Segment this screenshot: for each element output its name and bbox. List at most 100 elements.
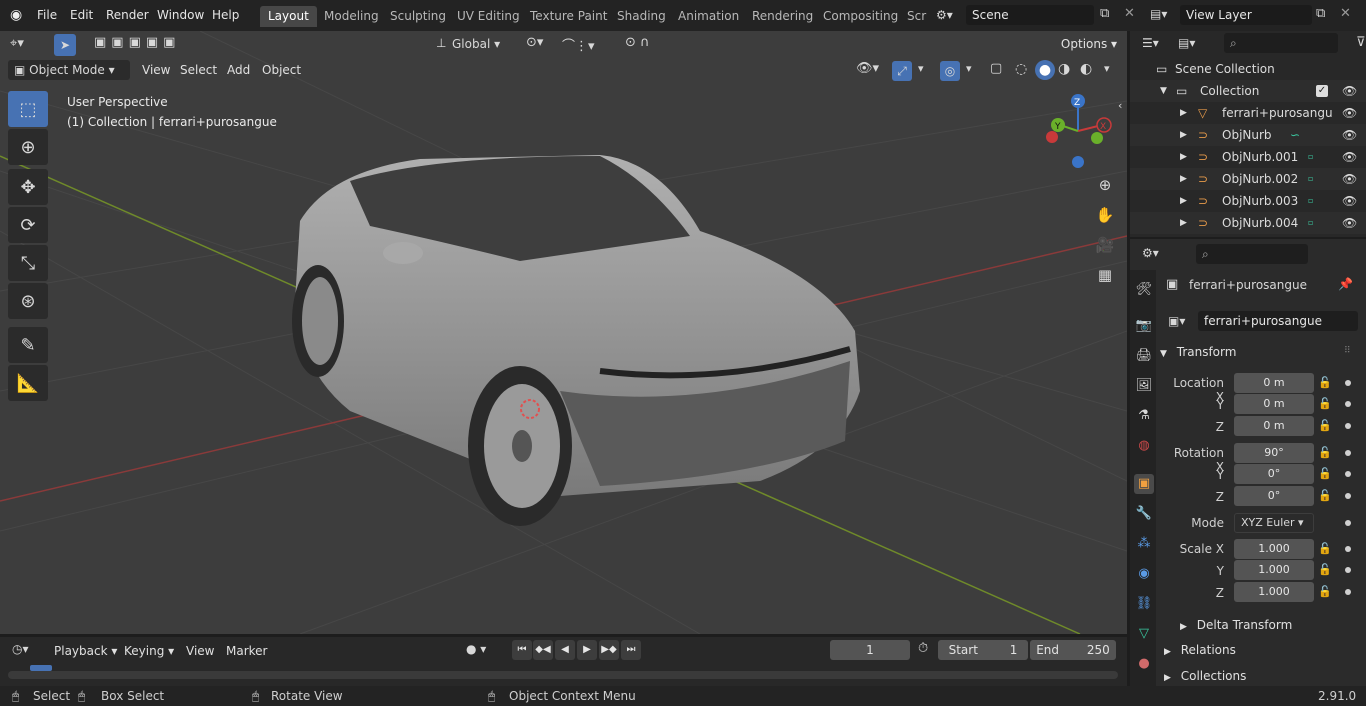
end-frame-field[interactable]: End 250 [1030,640,1116,660]
visibility-icon[interactable]: 👁▾ [856,61,879,76]
properties-editor-icon[interactable]: ⚙▾ [1142,246,1159,260]
keyframe-dot-icon[interactable] [1345,450,1351,456]
tab-animation[interactable]: Animation [670,6,747,27]
scale-x-field[interactable]: 1.000 [1234,539,1314,559]
rotation-x-field[interactable]: 90° [1234,443,1314,463]
overlay-dropdown-icon[interactable]: ▾ [966,62,972,75]
play-reverse-icon[interactable]: ◀ [555,640,575,660]
timeline-editor-icon[interactable]: ◷▾ [12,642,29,656]
scene-tab-icon[interactable]: ⚗ [1134,406,1154,426]
close-view-layer-icon[interactable]: ✕ [1340,6,1351,21]
selection-mode-icons[interactable]: ▣▣▣▣▣ [94,35,180,50]
jump-start-icon[interactable]: ⏮ [512,640,532,660]
view-layer-icon[interactable]: ▤▾ [1150,7,1167,21]
overlay-toggle-icon[interactable]: ◎ [940,61,960,81]
keyframe-dot-icon[interactable] [1345,380,1351,386]
menu-render[interactable]: Render [106,8,149,22]
cursor-tool[interactable]: ⊕ [8,129,48,165]
object-mode-dropdown[interactable]: ▣ Object Mode ▾ [8,60,130,80]
outliner-row-objnurb[interactable]: ▶ ⊃ ObjNurb ∽ 👁 [1130,124,1366,146]
tab-texture-paint[interactable]: Texture Paint [522,6,615,27]
tab-sculpting[interactable]: Sculpting [382,6,454,27]
lock-icon[interactable]: 🔓 [1318,542,1334,556]
timeline-menu-keying[interactable]: Keying ▾ [124,641,174,661]
scene-field[interactable]: Scene [966,5,1094,25]
keyframe-dot-icon[interactable] [1345,589,1351,595]
outliner-search-input[interactable]: ⌕ [1224,33,1338,53]
outliner-editor-icon[interactable]: ☰▾ [1142,36,1159,50]
delta-transform-header[interactable]: ▶ Delta Transform [1180,618,1366,632]
outliner-row-collection[interactable]: ▼ ▭ Collection ✓ 👁 [1130,80,1366,102]
eye-icon[interactable]: 👁 [1342,80,1357,102]
outliner-display-mode-icon[interactable]: ▤▾ [1178,36,1195,50]
location-z-field[interactable]: 0 m [1234,416,1314,436]
timeline-menu-playback[interactable]: Playback ▾ [54,641,117,661]
editor-type-icon[interactable]: ⌖▾ [10,36,24,51]
snap-icon[interactable]: ⌒⋮▾ [562,35,595,54]
jump-end-icon[interactable]: ⏭ [621,640,641,660]
tab-compositing[interactable]: Compositing [815,6,906,27]
options-dropdown[interactable]: Options ▾ [1058,34,1120,54]
shading-dropdown-icon[interactable]: ▾ [1104,62,1110,75]
eye-icon[interactable]: 👁 [1342,102,1357,124]
eye-icon[interactable]: 👁 [1342,146,1357,168]
tab-scripting[interactable]: Scr [899,6,934,27]
blender-logo-icon[interactable]: ◉ [10,7,22,23]
outliner-row-objnurb-001[interactable]: ▶ ⊃ ObjNurb.001 ▫ 👁 [1130,146,1366,168]
transform-orientation-dropdown[interactable]: Global ▾ [452,34,516,54]
eye-icon[interactable]: 👁 [1342,168,1357,190]
pin-icon[interactable]: 📌 [1338,277,1353,291]
keyframe-dot-icon[interactable] [1345,567,1351,573]
pivot-point-icon[interactable]: ⊙▾ [526,35,543,50]
viewport-menu-select[interactable]: Select [174,60,223,80]
collections-panel-header[interactable]: ▶ Collections [1164,669,1364,683]
location-y-field[interactable]: 0 m [1234,394,1314,414]
gizmo-dropdown-icon[interactable]: ▾ [918,62,924,75]
transform-tool[interactable]: ⊛ [8,283,48,319]
drag-handle-icon[interactable]: ⠿ [1344,346,1351,356]
tab-modeling[interactable]: Modeling [316,6,387,27]
keyframe-dot-icon[interactable] [1345,546,1351,552]
navigation-gizmo[interactable]: Z X Y [1040,91,1120,171]
scale-y-field[interactable]: 1.000 [1234,560,1314,580]
tab-layout[interactable]: Layout [260,6,317,27]
select-tool-mode-icon[interactable]: ➤ [54,34,76,56]
xray-toggle-icon[interactable]: ▢ [990,61,1002,76]
keyframe-dot-icon[interactable] [1345,493,1351,499]
material-tab-icon[interactable]: ● [1134,654,1154,674]
expand-chevron-icon[interactable]: ▶ [1180,212,1187,234]
next-keyframe-icon[interactable]: ▶◆ [599,640,619,660]
keyframe-dot-icon[interactable] [1345,401,1351,407]
particles-tab-icon[interactable]: ⁂ [1134,534,1154,554]
menu-window[interactable]: Window [157,8,204,22]
auto-keying-icon[interactable]: ● ▾ [466,642,486,656]
measure-tool[interactable]: 📐 [8,365,48,401]
lock-icon[interactable]: 🔓 [1318,419,1334,433]
object-tab-icon[interactable]: ▣ [1134,474,1154,494]
view-layer-field[interactable]: View Layer [1180,5,1312,25]
rotation-mode-dropdown[interactable]: XYZ Euler ▾ [1234,513,1314,533]
copy-scene-icon[interactable]: ⧉ [1100,6,1109,21]
rotate-tool[interactable]: ⟳ [8,207,48,243]
viewport-menu-object[interactable]: Object [256,60,307,80]
location-x-field[interactable]: 0 m [1234,373,1314,393]
scale-z-field[interactable]: 1.000 [1234,582,1314,602]
timeline-scrollbar[interactable] [8,671,1118,679]
3d-viewport[interactable]: ⌖▾ ➤ ▣▣▣▣▣ ⊥ Global ▾ ⊙▾ ⌒⋮▾ ⊙ ∩ Options… [0,31,1127,634]
wireframe-shading-icon[interactable]: ◌ [1015,61,1027,77]
menu-file[interactable]: File [37,8,57,22]
transform-panel-header[interactable]: ▼ Transform [1160,345,1360,359]
move-tool[interactable]: ✥ [8,169,48,205]
data-tab-icon[interactable]: ▽ [1134,624,1154,644]
collapse-chevron-icon[interactable]: ▼ [1160,80,1167,102]
lock-icon[interactable]: 🔓 [1318,376,1334,390]
view-layer-tab-icon[interactable]: 🖼 [1134,376,1154,396]
outliner-row-objnurb-003[interactable]: ▶ ⊃ ObjNurb.003 ▫ 👁 [1130,190,1366,212]
relations-panel-header[interactable]: ▶ Relations [1164,643,1364,657]
copy-view-layer-icon[interactable]: ⧉ [1316,6,1325,21]
eye-icon[interactable]: 👁 [1342,212,1357,234]
output-tab-icon[interactable]: 🖨 [1134,346,1154,366]
menu-help[interactable]: Help [212,8,239,22]
ortho-grid-icon[interactable]: ▦ [1093,263,1117,287]
rotation-y-field[interactable]: 0° [1234,464,1314,484]
